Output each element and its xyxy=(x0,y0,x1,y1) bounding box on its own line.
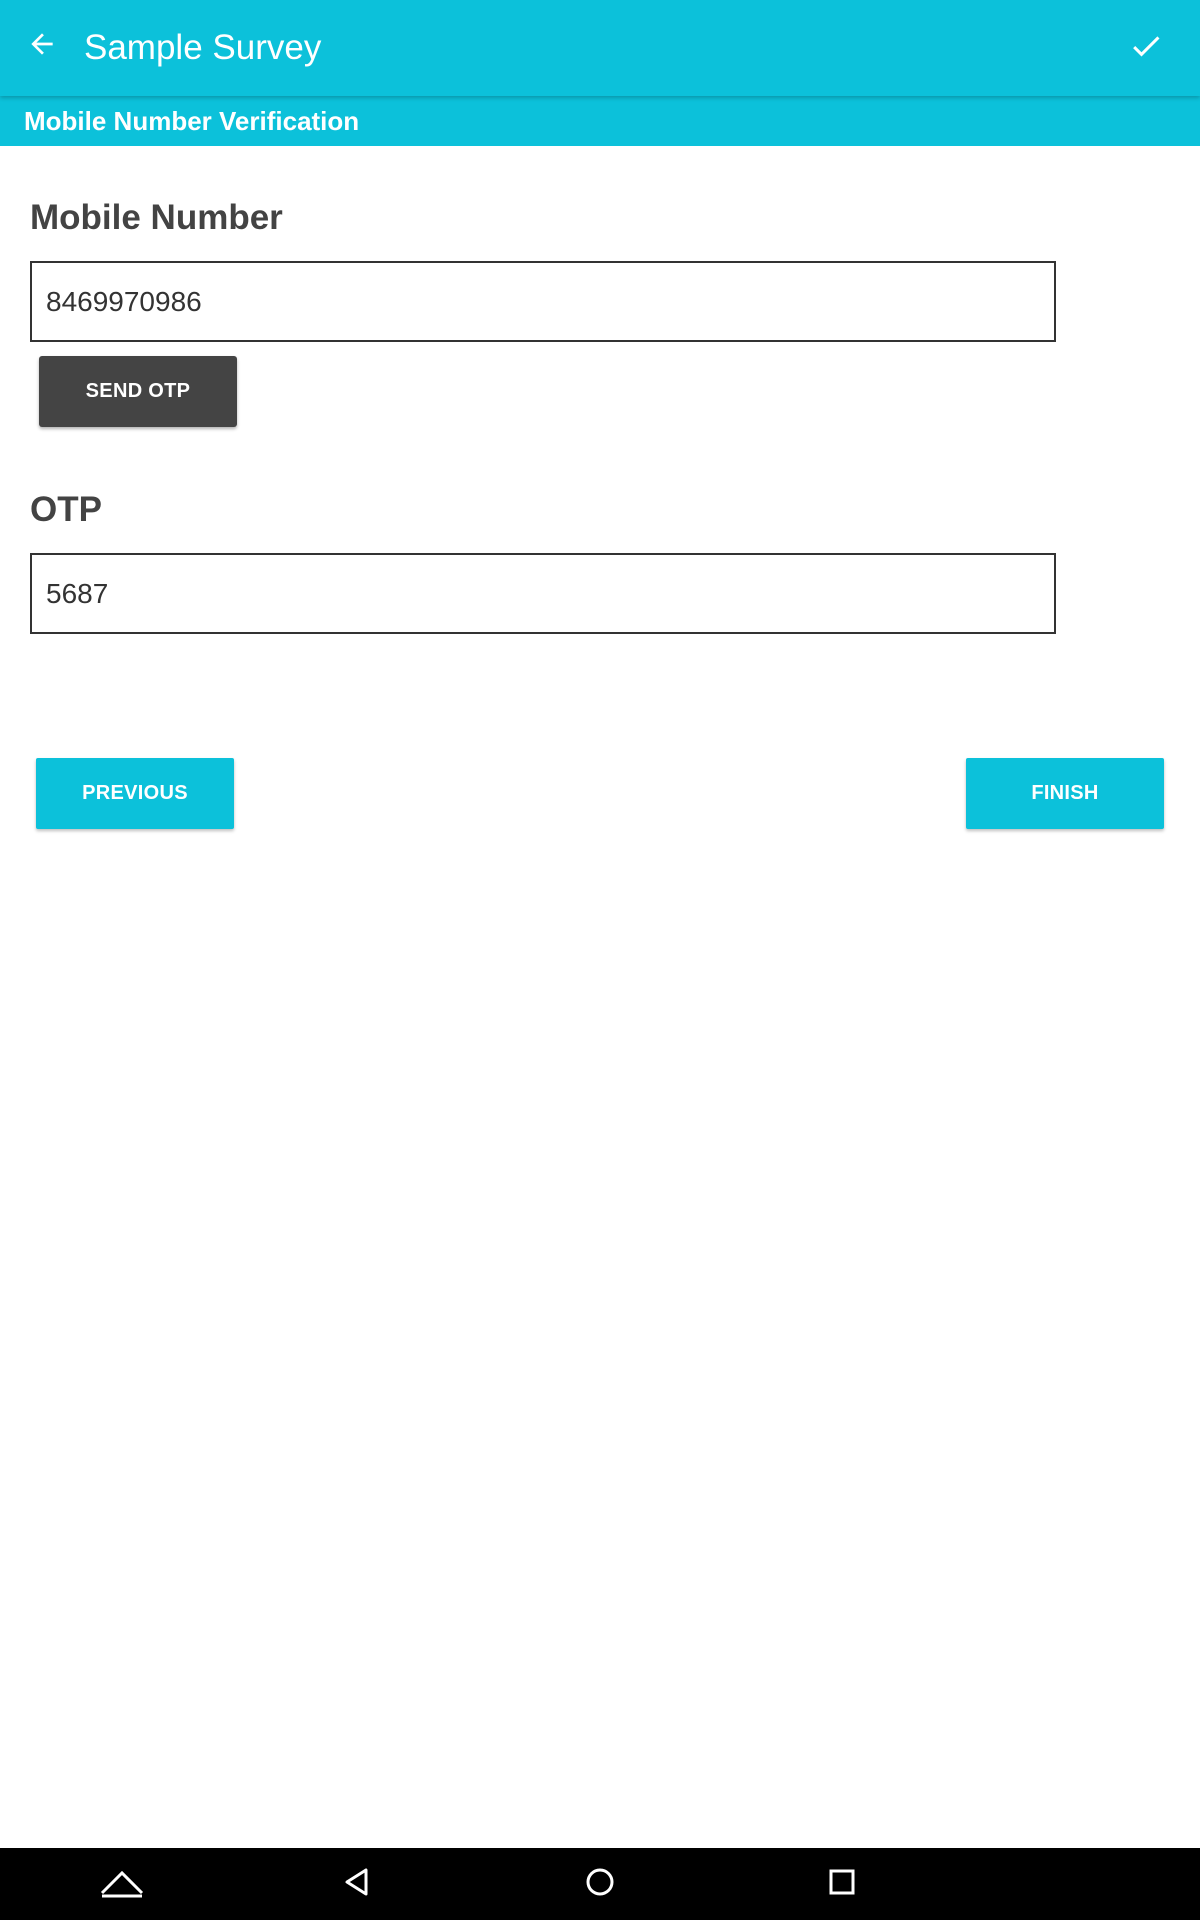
back-triangle-icon xyxy=(340,1865,374,1904)
confirm-button[interactable] xyxy=(1116,18,1176,78)
otp-label: OTP xyxy=(30,490,102,529)
system-nav-bar xyxy=(0,1848,1200,1920)
previous-button[interactable]: PREVIOUS xyxy=(36,758,234,829)
mobile-number-label: Mobile Number xyxy=(30,198,283,237)
app-bar: Sample Survey xyxy=(0,0,1200,96)
system-back-button[interactable] xyxy=(322,1856,392,1912)
section-title: Mobile Number Verification xyxy=(24,106,360,136)
survey-screen: Sample Survey Mobile Number Verification… xyxy=(0,0,1200,1920)
keyboard-toggle-button[interactable] xyxy=(87,1856,157,1912)
system-recents-button[interactable] xyxy=(807,1856,877,1912)
finish-button[interactable]: FINISH xyxy=(966,758,1164,829)
check-icon xyxy=(1128,28,1164,69)
app-title: Sample Survey xyxy=(84,28,322,67)
chevron-up-icon xyxy=(98,1865,146,1904)
back-button[interactable] xyxy=(14,18,70,74)
mobile-number-input[interactable] xyxy=(30,261,1056,342)
arrow-left-icon xyxy=(26,28,58,65)
home-circle-icon xyxy=(583,1865,617,1904)
send-otp-button[interactable]: SEND OTP xyxy=(39,356,237,427)
section-header: Mobile Number Verification xyxy=(0,96,1200,146)
recents-square-icon xyxy=(825,1865,859,1904)
system-home-button[interactable] xyxy=(565,1856,635,1912)
otp-input[interactable] xyxy=(30,553,1056,634)
